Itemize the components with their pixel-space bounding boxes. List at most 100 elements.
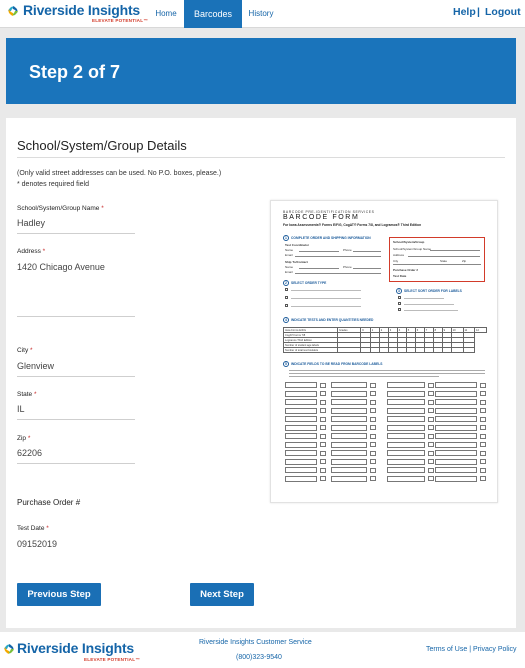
form-field-row <box>285 407 489 416</box>
form-section-5: 5 INDICATE FIELDS TO BE READ FROM BARCODE… <box>283 361 382 367</box>
address-field[interactable]: 1420 Chicago Avenue <box>17 262 105 272</box>
form-field-cell <box>387 450 425 456</box>
form-field-checkbox <box>428 408 434 413</box>
customer-service-phone[interactable]: (800)323-9540 <box>236 654 282 661</box>
form-field-checkbox <box>428 382 434 388</box>
form-field-checkbox <box>428 442 434 447</box>
form-field-cell <box>331 441 367 448</box>
form-field-checkbox <box>370 476 376 481</box>
address-label: Address * <box>17 248 46 255</box>
form-field-cell <box>435 407 477 414</box>
form-field-checkbox <box>480 459 486 464</box>
form-field-checkbox <box>320 408 326 413</box>
name-field[interactable]: Hadley <box>17 218 45 228</box>
tab-barcodes[interactable]: Barcodes <box>184 0 242 28</box>
footer-links: Terms of Use | Privacy Policy <box>426 646 517 653</box>
terms-of-use-link[interactable]: Terms of Use <box>426 646 467 653</box>
form-field-cell <box>435 433 477 439</box>
section-divider <box>17 157 505 158</box>
form-field-checkbox <box>428 450 434 456</box>
purchase-order-label: Purchase Order # <box>17 498 81 507</box>
logout-link[interactable]: Logout <box>485 6 521 18</box>
test-date-field[interactable]: 09152019 <box>17 539 57 549</box>
test-date-label: Test Date * <box>17 525 49 532</box>
form-field-row <box>285 424 489 433</box>
customer-service-link[interactable]: Riverside Insights Customer Service <box>199 639 312 646</box>
form-field-checkbox <box>428 425 434 430</box>
form-field-cell <box>331 450 367 456</box>
form-field-checkbox <box>370 382 376 388</box>
form-field-cell <box>435 458 477 465</box>
name-underline <box>17 233 135 234</box>
required-note: * denotes required field <box>17 181 89 188</box>
barcode-form-preview: BARCODE PRE-IDENTIFICATION SERVICES BARC… <box>270 200 498 503</box>
form-field-cell <box>331 458 367 465</box>
form-field-checkbox <box>320 467 326 473</box>
top-navbar: Riverside Insights ELEVATE POTENTIAL™ Ho… <box>0 0 525 28</box>
form-field-checkbox <box>428 416 434 422</box>
form-field-cell <box>331 399 367 405</box>
form-field-checkbox <box>320 442 326 447</box>
form-field-cell <box>285 450 317 456</box>
form-field-cell <box>285 433 317 439</box>
form-field-checkbox <box>370 416 376 422</box>
form-field-cell <box>331 382 367 388</box>
details-card: School/System/Group Details (Only valid … <box>6 118 516 628</box>
form-section-2: 2 SELECT ORDER TYPE <box>283 280 326 286</box>
form-field-checkbox <box>428 433 434 439</box>
form-field-row <box>285 475 489 484</box>
riverside-logo-icon <box>8 6 18 16</box>
riverside-logo-icon <box>4 644 14 654</box>
form-field-cell <box>435 475 477 482</box>
zip-underline <box>17 463 135 464</box>
form-field-cell <box>387 382 425 388</box>
form-subtitle: For Iowa Assessments® Forms E/F/G, CogAT… <box>283 223 422 227</box>
form-section-3: 3 SELECT SORT ORDER FOR LABELS <box>396 288 462 294</box>
tab-history[interactable]: History <box>242 0 280 28</box>
form-field-checkbox <box>370 391 376 396</box>
form-field-cell <box>331 407 367 414</box>
form-field-cell <box>331 390 367 397</box>
form-field-checkbox <box>370 450 376 456</box>
state-field[interactable]: IL <box>17 404 25 414</box>
form-field-checkbox <box>370 459 376 464</box>
help-link[interactable]: Help <box>453 6 476 18</box>
form-field-cell <box>331 433 367 439</box>
previous-step-button[interactable]: Previous Step <box>17 583 101 606</box>
form-field-cell <box>285 467 317 473</box>
page-footer: Riverside Insights ELEVATE POTENTIAL™ Ri… <box>0 632 525 668</box>
form-field-cell <box>285 416 317 422</box>
form-field-cell <box>387 467 425 473</box>
form-field-cell <box>285 382 317 388</box>
form-field-cell <box>387 433 425 439</box>
form-field-checkbox <box>480 433 486 439</box>
form-field-list <box>285 381 489 483</box>
form-field-checkbox <box>480 476 486 481</box>
form-field-cell <box>331 475 367 482</box>
form-field-cell <box>387 458 425 465</box>
form-field-checkbox <box>428 476 434 481</box>
zip-label: Zip * <box>17 435 31 442</box>
form-field-cell <box>387 475 425 482</box>
form-field-cell <box>435 424 477 431</box>
form-field-checkbox <box>320 450 326 456</box>
form-field-cell <box>387 416 425 422</box>
form-field-checkbox <box>480 442 486 447</box>
form-field-row <box>285 390 489 399</box>
form-field-checkbox <box>320 459 326 464</box>
footer-brand-tagline: ELEVATE POTENTIAL™ <box>84 657 141 662</box>
privacy-policy-link[interactable]: Privacy Policy <box>473 646 517 653</box>
form-field-checkbox <box>480 391 486 396</box>
form-field-cell <box>435 399 477 405</box>
form-field-cell <box>387 399 425 405</box>
form-field-cell <box>285 390 317 397</box>
form-field-cell <box>285 441 317 448</box>
form-field-checkbox <box>480 408 486 413</box>
tab-home[interactable]: Home <box>146 0 186 28</box>
form-field-checkbox <box>480 467 486 473</box>
zip-field[interactable]: 62206 <box>17 448 42 458</box>
form-field-cell <box>331 467 367 473</box>
form-field-row <box>285 415 489 424</box>
city-field[interactable]: Glenview <box>17 361 54 371</box>
next-step-button[interactable]: Next Step <box>190 583 254 606</box>
